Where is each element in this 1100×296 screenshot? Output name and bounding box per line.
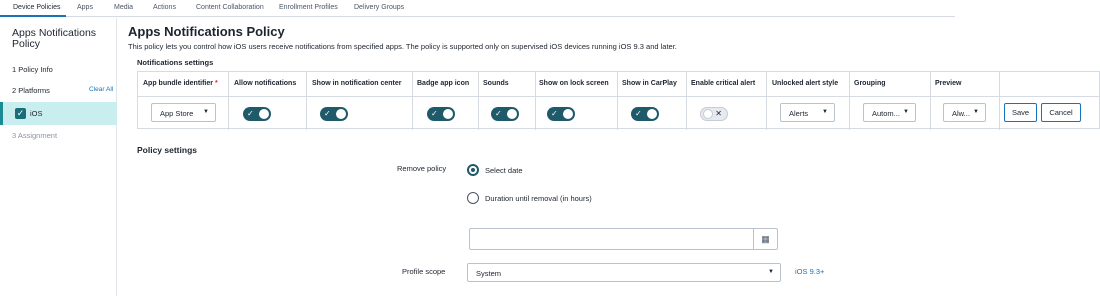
date-input[interactable]: ▦ bbox=[469, 228, 778, 250]
tab-enrollment-profiles[interactable]: Enrollment Profiles bbox=[279, 4, 338, 11]
check-icon: ✓ bbox=[551, 109, 558, 118]
unlocked-alert-style-value: Alerts bbox=[789, 109, 809, 118]
column-divider bbox=[306, 72, 307, 130]
tab-delivery-groups[interactable]: Delivery Groups bbox=[354, 4, 404, 11]
check-icon: ✓ bbox=[324, 109, 331, 118]
toggle-knob bbox=[443, 109, 453, 119]
check-icon: ✓ bbox=[431, 109, 438, 118]
show-in-carplay-toggle[interactable]: ✓ bbox=[631, 107, 659, 121]
duration-label[interactable]: Duration until removal (in hours) bbox=[485, 194, 592, 203]
radio-dot bbox=[471, 168, 475, 172]
chevron-down-icon: ▼ bbox=[903, 109, 909, 115]
header-badge-app-icon: Badge app icon bbox=[417, 80, 470, 87]
column-divider bbox=[849, 72, 850, 130]
duration-radio[interactable] bbox=[467, 192, 479, 204]
header-unlocked-alert-style: Unlocked alert style bbox=[772, 80, 839, 87]
profile-scope-label: Profile scope bbox=[402, 267, 446, 276]
ios-version-note: iOS 9.3+ bbox=[795, 267, 825, 276]
check-icon: ✓ bbox=[247, 109, 254, 118]
sidebar-title: Apps Notifications Policy bbox=[12, 27, 97, 50]
tab-media[interactable]: Media bbox=[114, 4, 133, 11]
select-date-radio[interactable] bbox=[467, 164, 479, 176]
select-date-label[interactable]: Select date bbox=[485, 166, 523, 175]
save-button[interactable]: Save bbox=[1004, 103, 1037, 122]
app-bundle-value: App Store bbox=[160, 109, 194, 118]
sidebar-item-assignment[interactable]: 3 Assignment bbox=[12, 131, 57, 140]
page-title: Apps Notifications Policy bbox=[128, 24, 285, 39]
table-divider bbox=[138, 96, 1100, 97]
active-tab-indicator bbox=[0, 15, 66, 17]
column-divider bbox=[478, 72, 479, 130]
toggle-knob bbox=[336, 109, 346, 119]
check-icon[interactable]: ✓ bbox=[15, 108, 26, 119]
top-navigation: Device Policies Apps Media Actions Conte… bbox=[0, 0, 955, 17]
toggle-knob bbox=[563, 109, 573, 119]
app-bundle-dropdown[interactable]: App Store ▼ bbox=[151, 103, 216, 122]
selected-indicator bbox=[0, 102, 3, 125]
toggle-knob bbox=[647, 109, 657, 119]
profile-scope-value: System bbox=[476, 269, 502, 278]
header-sounds: Sounds bbox=[483, 80, 509, 87]
tab-device-policies[interactable]: Device Policies bbox=[13, 4, 60, 11]
header-show-on-lock-screen: Show on lock screen bbox=[539, 80, 609, 87]
grouping-dropdown[interactable]: Autom... ▼ bbox=[863, 103, 916, 122]
column-divider bbox=[766, 72, 767, 130]
tab-content-collaboration[interactable]: Content Collaboration bbox=[196, 4, 264, 11]
sidebar: Apps Notifications Policy 1 Policy Info … bbox=[0, 18, 117, 296]
badge-app-icon-toggle[interactable]: ✓ bbox=[427, 107, 455, 121]
sidebar-item-ios[interactable]: ✓ iOS bbox=[0, 102, 117, 125]
header-enable-critical-alert: Enable critical alert bbox=[691, 80, 756, 87]
calendar-icon[interactable]: ▦ bbox=[753, 229, 777, 249]
column-divider bbox=[228, 72, 229, 130]
tab-actions[interactable]: Actions bbox=[153, 4, 176, 11]
chevron-down-icon: ▼ bbox=[822, 109, 828, 115]
cancel-button[interactable]: Cancel bbox=[1041, 103, 1081, 122]
policy-settings-heading: Policy settings bbox=[137, 145, 197, 155]
notifications-settings-label: Notifications settings bbox=[137, 58, 214, 67]
check-icon: ✓ bbox=[495, 109, 502, 118]
sounds-toggle[interactable]: ✓ bbox=[491, 107, 519, 121]
chevron-down-icon: ▼ bbox=[768, 269, 774, 275]
preview-dropdown[interactable]: Alw... ▼ bbox=[943, 103, 986, 122]
enable-critical-alert-toggle[interactable]: ✕ bbox=[700, 107, 728, 121]
header-show-in-notification-center: Show in notification center bbox=[312, 80, 402, 87]
x-icon: ✕ bbox=[715, 109, 722, 118]
check-icon: ✓ bbox=[635, 109, 642, 118]
show-on-lock-screen-toggle[interactable]: ✓ bbox=[547, 107, 575, 121]
tab-apps[interactable]: Apps bbox=[77, 4, 93, 11]
page-description: This policy lets you control how iOS use… bbox=[128, 42, 677, 51]
header-preview: Preview bbox=[935, 80, 962, 87]
header-grouping: Grouping bbox=[854, 80, 886, 87]
required-mark: * bbox=[214, 80, 218, 87]
show-in-notification-center-toggle[interactable]: ✓ bbox=[320, 107, 348, 121]
toggle-knob bbox=[507, 109, 517, 119]
allow-notifications-toggle[interactable]: ✓ bbox=[243, 107, 271, 121]
column-divider bbox=[930, 72, 931, 130]
header-app-bundle: App bundle identifier * bbox=[143, 80, 218, 87]
column-divider bbox=[999, 72, 1000, 130]
toggle-knob bbox=[703, 109, 713, 119]
clear-all-link[interactable]: Clear All bbox=[89, 86, 113, 93]
profile-scope-dropdown[interactable]: System ▼ bbox=[467, 263, 781, 282]
column-divider bbox=[686, 72, 687, 130]
unlocked-alert-style-dropdown[interactable]: Alerts ▼ bbox=[780, 103, 835, 122]
notifications-table: App bundle identifier * Allow notificati… bbox=[137, 71, 1100, 130]
grouping-value: Autom... bbox=[872, 109, 900, 118]
preview-value: Alw... bbox=[952, 109, 970, 118]
header-show-in-carplay: Show in CarPlay bbox=[622, 80, 677, 87]
chevron-down-icon: ▼ bbox=[973, 109, 979, 115]
column-divider bbox=[412, 72, 413, 130]
header-allow-notifications: Allow notifications bbox=[234, 80, 297, 87]
sidebar-item-policy-info[interactable]: 1 Policy Info bbox=[12, 65, 53, 74]
chevron-down-icon: ▼ bbox=[203, 109, 209, 115]
sidebar-item-ios-label: iOS bbox=[30, 109, 43, 118]
remove-policy-label: Remove policy bbox=[397, 164, 447, 173]
sidebar-item-platforms[interactable]: 2 Platforms bbox=[12, 86, 50, 95]
toggle-knob bbox=[259, 109, 269, 119]
column-divider bbox=[535, 72, 536, 130]
column-divider bbox=[617, 72, 618, 130]
